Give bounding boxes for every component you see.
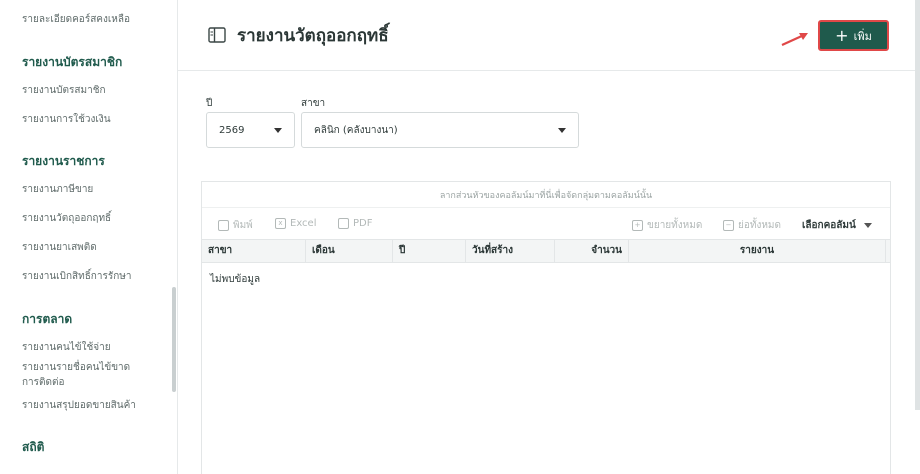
expand-all-button[interactable]: + ขยายทั้งหมด — [632, 218, 702, 233]
sidebar-item-lost-contact[interactable]: รายงานรายชื่อคนไข้ขาดการติดต่อ — [22, 360, 147, 390]
empty-message: ไม่พบข้อมูล — [210, 274, 261, 285]
sidebar-item-sales-tax[interactable]: รายงานภาษีขาย — [22, 182, 152, 197]
year-label: ปี — [206, 98, 213, 109]
page-title: รายงานวัตถุออกฤทธิ์ — [237, 26, 389, 46]
pdf-button[interactable]: PDF — [338, 218, 372, 229]
excel-icon: x — [275, 218, 286, 229]
year-select[interactable]: 2569 — [206, 112, 295, 148]
choose-columns-button[interactable]: เลือกคอลัมน์ — [802, 218, 872, 233]
sidebar-section-gov: รายงานราชการ — [22, 154, 105, 168]
report-grid: ลากส่วนหัวของคอลัมน์มาที่นี่เพื่อจัดกลุ่… — [201, 181, 891, 474]
column-header-report[interactable]: รายงาน — [629, 240, 886, 262]
sidebar-item-patient-spending[interactable]: รายงานคนไข้ใช้จ่าย — [22, 340, 152, 355]
collapse-all-button[interactable]: − ย่อทั้งหมด — [723, 218, 781, 233]
branch-select[interactable]: คลินิก (คลังบางนา) — [301, 112, 579, 148]
sidebar: รายละเอียดคอร์สคงเหลือ รายงานบัตรสมาชิก … — [0, 0, 178, 474]
column-header-created-date[interactable]: วันที่สร้าง — [466, 240, 555, 262]
sidebar-item-narcotics[interactable]: รายงานยาเสพติด — [22, 240, 152, 255]
column-header-amount[interactable]: จำนวน — [555, 240, 629, 262]
sidebar-item-course-balance[interactable]: รายละเอียดคอร์สคงเหลือ — [22, 12, 152, 27]
excel-label: Excel — [290, 218, 317, 229]
year-value: 2569 — [219, 124, 245, 136]
chevron-down-icon — [558, 128, 566, 133]
sidebar-item-treatment-claims[interactable]: รายงานเบิกสิทธิ์การรักษา — [22, 269, 152, 284]
sidebar-item-psychotropic[interactable]: รายงานวัตถุออกฤทธิ์ — [22, 211, 152, 226]
arrow-icon — [781, 33, 808, 47]
pdf-label: PDF — [353, 218, 373, 229]
printer-icon — [218, 220, 229, 231]
column-header-month[interactable]: เดือน — [306, 240, 393, 262]
choose-columns-label: เลือกคอลัมน์ — [802, 220, 856, 231]
branch-label: สาขา — [301, 98, 326, 109]
page-scrollbar[interactable] — [915, 0, 920, 410]
sidebar-section-member: รายงานบัตรสมาชิก — [22, 55, 123, 69]
expand-all-label: ขยายทั้งหมด — [647, 220, 703, 231]
branch-value: คลินิก (คลังบางนา) — [314, 124, 398, 136]
column-header-year[interactable]: ปี — [393, 240, 466, 262]
sidebar-section-stats: สถิติ — [22, 440, 45, 454]
collapse-icon: − — [723, 220, 734, 231]
sidebar-item-product-sales[interactable]: รายงานสรุปยอดขายสินค้า — [22, 398, 152, 413]
sidebar-item-credit-usage[interactable]: รายงานการใช้วงเงิน — [22, 112, 152, 127]
sidebar-panel-icon — [208, 27, 226, 43]
excel-button[interactable]: x Excel — [275, 218, 317, 229]
pdf-icon — [338, 218, 349, 229]
print-label: พิมพ์ — [233, 220, 253, 231]
column-header-branch[interactable]: สาขา — [202, 240, 306, 262]
chevron-down-icon — [274, 128, 282, 133]
add-button[interactable]: + เพิ่ม — [818, 20, 889, 51]
chevron-down-icon — [863, 223, 872, 228]
sidebar-section-marketing: การตลาด — [22, 312, 73, 326]
table-header: สาขา เดือน ปี วันที่สร้าง จำนวน รายงาน — [202, 239, 890, 263]
expand-icon: + — [632, 220, 643, 231]
plus-icon: + — [835, 25, 849, 45]
add-button-label: เพิ่ม — [853, 29, 872, 43]
collapse-all-label: ย่อทั้งหมด — [738, 220, 782, 231]
print-button[interactable]: พิมพ์ — [218, 218, 253, 233]
sidebar-scrollbar[interactable] — [172, 287, 176, 392]
group-panel-hint[interactable]: ลากส่วนหัวของคอลัมน์มาที่นี่เพื่อจัดกลุ่… — [202, 182, 890, 208]
sidebar-item-member-card[interactable]: รายงานบัตรสมาชิก — [22, 83, 152, 98]
page-header: รายงานวัตถุออกฤทธิ์ + เพิ่ม — [178, 0, 920, 71]
